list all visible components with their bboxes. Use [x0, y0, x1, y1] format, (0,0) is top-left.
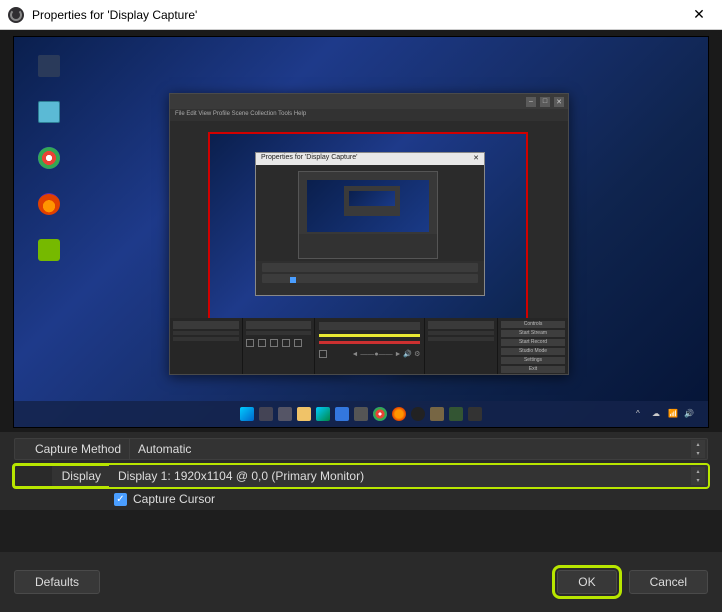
obs-icon	[8, 7, 24, 23]
display-select[interactable]: Display 1: 1920x1104 @ 0,0 (Primary Moni…	[109, 465, 708, 487]
chevron-down-icon[interactable]: ▾	[691, 476, 705, 485]
nested-btn: Settings	[501, 357, 565, 364]
capture-method-row: Capture Method Automatic ▴▾	[14, 438, 708, 460]
display-row: Display Display 1: 1920x1104 @ 0,0 (Prim…	[14, 465, 708, 487]
min-icon: –	[526, 97, 536, 107]
nested-menubar: File Edit View Profile Scene Collection …	[170, 109, 568, 121]
cancel-button[interactable]: Cancel	[629, 570, 708, 594]
chevron-up-icon[interactable]: ▴	[691, 440, 705, 449]
dialog-footer: Defaults OK Cancel	[0, 552, 722, 612]
desktop-icons	[32, 49, 66, 269]
display-label: Display	[52, 465, 109, 487]
obs-taskbar-icon	[411, 407, 425, 421]
nested-btn: Exit	[501, 366, 565, 373]
nested-btn: Start Stream	[501, 330, 565, 337]
nested-btn: Studio Mode	[501, 348, 565, 355]
app-icon	[449, 407, 463, 421]
chevron-up-icon[interactable]: ▴	[691, 467, 705, 476]
folder-icon	[32, 95, 66, 131]
tray-wifi-icon: 📶	[668, 409, 678, 419]
nested-close-icon: ✕	[473, 154, 479, 164]
tray-volume-icon: 🔊	[684, 409, 694, 419]
windows-taskbar: ^ ☁ 📶 🔊	[14, 401, 708, 427]
taskview-icon	[278, 407, 292, 421]
chrome-taskbar-icon	[373, 407, 387, 421]
nested-controls-header: Controls	[501, 321, 565, 328]
capture-cursor-label: Capture Cursor	[133, 492, 215, 506]
preview-container: – □ ✕ File Edit View Profile Scene Colle…	[0, 30, 722, 432]
defaults-button[interactable]: Defaults	[14, 570, 100, 594]
recycle-bin-icon	[32, 49, 66, 85]
start-icon	[240, 407, 254, 421]
nested-deeper	[298, 171, 438, 259]
nested-dialog-title: Properties for 'Display Capture'	[261, 154, 357, 164]
explorer-icon	[297, 407, 311, 421]
nested-btn: Start Record	[501, 339, 565, 346]
app-icon	[430, 407, 444, 421]
settings-icon	[354, 407, 368, 421]
firefox-icon	[32, 187, 66, 223]
capture-outline: Properties for 'Display Capture' ✕	[208, 132, 528, 320]
properties-form: Capture Method Automatic ▴▾ Display Disp…	[0, 432, 722, 510]
app-icon	[468, 407, 482, 421]
title-bar: Properties for 'Display Capture' ✕	[0, 0, 722, 30]
capture-cursor-row: ✓ Capture Cursor	[14, 492, 708, 506]
chevron-down-icon[interactable]: ▾	[691, 449, 705, 458]
capture-method-label: Capture Method	[14, 438, 129, 460]
display-preview: – □ ✕ File Edit View Profile Scene Colle…	[13, 36, 709, 428]
tray-cloud-icon: ☁	[652, 409, 662, 419]
nested-titlebar: – □ ✕	[170, 94, 568, 109]
chrome-icon	[32, 141, 66, 177]
search-icon	[259, 407, 273, 421]
nested-properties-dialog: Properties for 'Display Capture' ✕	[255, 152, 485, 296]
display-value: Display 1: 1920x1104 @ 0,0 (Primary Moni…	[118, 469, 364, 483]
tray-chevron-icon: ^	[636, 409, 646, 419]
capture-cursor-checkbox[interactable]: ✓	[114, 493, 127, 506]
max-icon: □	[540, 97, 550, 107]
edge-icon	[316, 407, 330, 421]
close-button[interactable]: ✕	[684, 5, 714, 25]
firefox-taskbar-icon	[392, 407, 406, 421]
nested-obs-window: – □ ✕ File Edit View Profile Scene Colle…	[169, 93, 569, 375]
capture-method-value: Automatic	[138, 442, 191, 456]
ok-button[interactable]: OK	[557, 570, 616, 594]
nested-obs-dock: ◄ ――●―― ► 🔊 ⚙ Controls Start Stream Star…	[170, 318, 568, 374]
store-icon	[335, 407, 349, 421]
capture-method-select[interactable]: Automatic ▴▾	[129, 438, 708, 460]
window-title: Properties for 'Display Capture'	[32, 8, 684, 22]
close-icon: ✕	[554, 97, 564, 107]
nvidia-icon	[32, 233, 66, 269]
